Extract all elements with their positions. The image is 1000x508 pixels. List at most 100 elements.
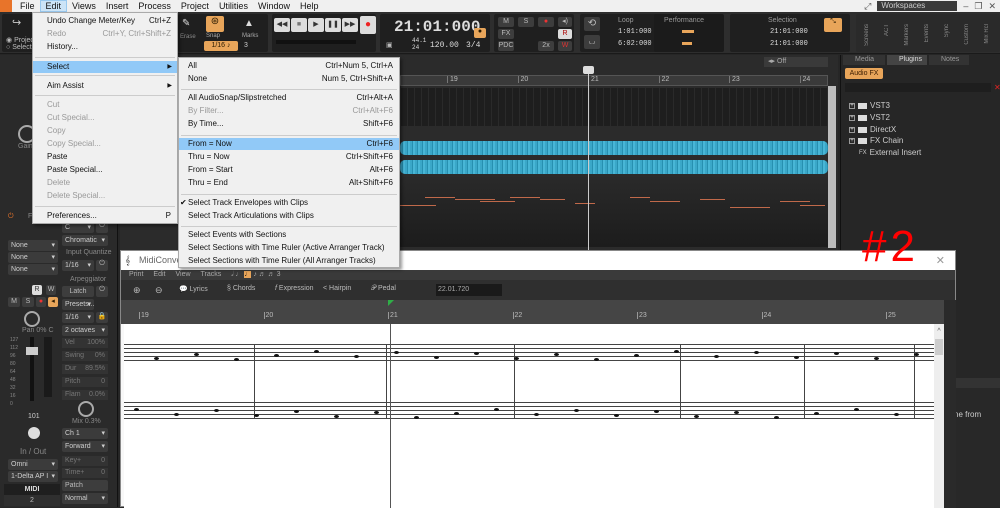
record-arm-all-button[interactable]: ● <box>538 17 554 27</box>
menu-insert[interactable]: Insert <box>101 0 134 12</box>
chords-button[interactable]: § Chords <box>227 285 255 292</box>
expand-icon[interactable]: + <box>849 114 855 121</box>
tree-item-vst2[interactable]: + VST2 <box>849 113 890 122</box>
pitch-slider[interactable]: Pitch 0 <box>62 377 108 387</box>
module-events[interactable]: Events <box>924 24 930 42</box>
menu-project[interactable]: Project <box>176 0 214 12</box>
tempo-display[interactable]: 120.00 <box>430 41 459 50</box>
expand-icon[interactable]: + <box>849 126 855 133</box>
none-dropdown-3[interactable]: None <box>8 264 58 275</box>
write-automation-button[interactable]: W <box>558 41 572 51</box>
score-note[interactable] <box>814 412 819 415</box>
menu-print[interactable]: Print <box>129 270 143 280</box>
select-menu-item-thru-end[interactable]: Thru = End Alt+Shift+F6 <box>179 177 399 189</box>
score-note[interactable] <box>514 357 519 360</box>
menu-window[interactable]: Window <box>253 0 295 12</box>
select-menu-item-none[interactable]: None Num 5, Ctrl+Shift+A <box>179 73 399 85</box>
score-note[interactable] <box>274 354 279 357</box>
score-note[interactable] <box>454 412 459 415</box>
none-dropdown-2[interactable]: None <box>8 252 58 263</box>
snap-toggle[interactable]: ⊛ <box>206 16 224 32</box>
midi-note[interactable] <box>400 205 436 206</box>
edit-menu-item-copy-special[interactable]: Copy Special... <box>33 138 177 150</box>
mute-button[interactable]: M <box>8 297 20 307</box>
score-note[interactable] <box>874 357 879 360</box>
midi-note[interactable] <box>780 201 810 202</box>
erase-tool-icon[interactable]: ✎ <box>182 18 190 29</box>
selection-end[interactable]: 21:01:000 <box>770 40 808 48</box>
loop-end[interactable]: 6:02:000 <box>618 40 652 48</box>
direction-dropdown[interactable]: Forward <box>62 441 108 452</box>
module-markers[interactable]: Markers <box>904 24 910 46</box>
expand-icon[interactable]: + <box>849 102 855 109</box>
workspaces-dropdown[interactable]: Workspaces <box>877 1 958 11</box>
marks-value[interactable]: 3 <box>244 42 248 49</box>
track-vertical-scrollbar[interactable] <box>828 86 836 248</box>
score-note[interactable] <box>554 353 559 356</box>
selection-tool-button[interactable]: ⤡ <box>824 18 842 32</box>
input-quantize-dropdown[interactable]: 1/16 <box>62 260 94 271</box>
fx-bypass-button[interactable]: FX <box>498 29 514 39</box>
select-menu-item-select-sections-with-time-ruler-active-arranger-track[interactable]: Select Sections with Time Ruler (Active … <box>179 242 399 254</box>
tab-plugins[interactable]: Plugins <box>887 55 927 65</box>
edit-menu-item-undo-change-meter-key[interactable]: Undo Change Meter/Key Ctrl+Z <box>33 15 177 27</box>
patch-browser-button[interactable]: Patch Browser... <box>62 480 108 500</box>
midi-note[interactable] <box>510 197 540 198</box>
pan-knob[interactable] <box>24 311 40 327</box>
solo-button[interactable]: S <box>22 297 34 307</box>
plugin-search-input[interactable] <box>845 83 991 92</box>
tree-item-fx-chain[interactable]: + FX Chain <box>849 136 903 145</box>
select-menu-item-from-now[interactable]: From = Now Ctrl+F6 <box>179 138 399 150</box>
tab-media[interactable]: Media <box>843 55 885 65</box>
edit-menu-item-redo[interactable]: Redo Ctrl+Y, Ctrl+Shift+Z <box>33 28 177 40</box>
score-note[interactable] <box>834 352 839 355</box>
vel-slider[interactable]: Vel 100% <box>62 338 108 348</box>
module-sync[interactable]: Sync <box>944 24 950 37</box>
loop-start[interactable]: 1:01:000 <box>618 28 652 36</box>
now-time-scrubber[interactable] <box>276 40 356 44</box>
edit-menu-item-cut-special[interactable]: Cut Special... <box>33 112 177 124</box>
score-note[interactable] <box>254 414 259 417</box>
midi-clip[interactable] <box>400 177 828 247</box>
selection-start[interactable]: 21:01:000 <box>770 28 808 36</box>
midi-note[interactable] <box>650 201 680 202</box>
select-menu-item-by-filter[interactable]: By Filter... Ctrl+Alt+F6 <box>179 105 399 117</box>
score-note[interactable] <box>614 414 619 417</box>
minimize-button[interactable]: – <box>963 1 968 11</box>
key-plus-slider[interactable]: Key+ 0 <box>62 456 108 466</box>
score-note[interactable] <box>634 354 639 357</box>
edit-menu-item-cut[interactable]: Cut <box>33 99 177 111</box>
mute-all-button[interactable]: M <box>498 17 514 27</box>
edit-menu-item-history[interactable]: History... <box>33 41 177 53</box>
score-view[interactable] <box>124 324 934 508</box>
score-note[interactable] <box>374 411 379 414</box>
score-note[interactable] <box>234 358 239 361</box>
pdc-button[interactable]: PDC <box>498 41 514 51</box>
score-note[interactable] <box>394 351 399 354</box>
mix-knob[interactable] <box>78 401 94 417</box>
double-speed-button[interactable]: 2x <box>538 41 554 51</box>
score-note[interactable] <box>534 413 539 416</box>
menu-utilities[interactable]: Utilities <box>214 0 253 12</box>
metronome-button[interactable]: ● <box>474 28 486 38</box>
arp-rate-dropdown[interactable]: 1/16 <box>62 312 94 323</box>
edit-menu-item-select[interactable]: Select ▶ <box>33 61 177 73</box>
score-note[interactable] <box>734 411 739 414</box>
score-note[interactable] <box>294 410 299 413</box>
fast-forward-button[interactable]: ▶▶ <box>342 18 358 32</box>
window-side-scrollbar[interactable] <box>944 300 956 508</box>
select-menu-item-by-time[interactable]: By Time... Shift+F6 <box>179 118 399 130</box>
marks-icon[interactable]: ▲ <box>244 18 254 29</box>
tree-item-directx[interactable]: + DirectX <box>849 125 896 134</box>
select-menu-item-all[interactable]: All Ctrl+Num 5, Ctrl+A <box>179 60 399 72</box>
select-menu-item-select-track-articulations-with-clips[interactable]: Select Track Articulations with Clips <box>179 210 399 222</box>
channel-dropdown[interactable]: Ch 1 <box>62 428 108 439</box>
swing-slider[interactable]: Swing 0% <box>62 351 108 361</box>
zoom-in-icon[interactable]: ⊕ <box>133 285 141 296</box>
output-dropdown[interactable]: 1-Delta AP I <box>8 471 58 482</box>
score-note[interactable] <box>194 353 199 356</box>
menu-help[interactable]: Help <box>295 0 324 12</box>
menu-views[interactable]: Views <box>67 0 101 12</box>
edit-menu-item-preferences[interactable]: Preferences... P <box>33 210 177 222</box>
read-button[interactable]: R <box>32 285 42 295</box>
